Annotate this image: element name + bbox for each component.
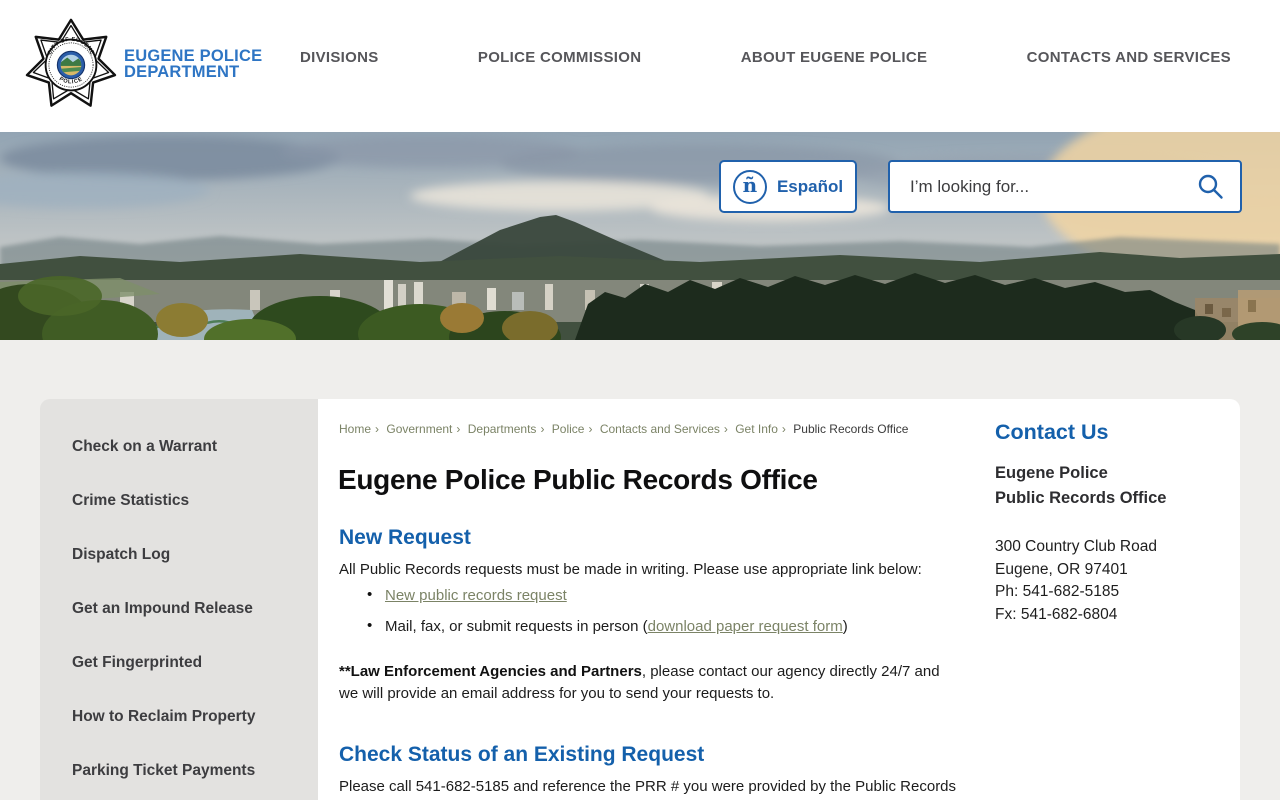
new-request-options: New public records request Mail, fax, or… bbox=[339, 586, 979, 649]
download-paper-form-link[interactable]: download paper request form bbox=[648, 618, 843, 635]
contact-fax: Fx: 541-682-6804 bbox=[995, 605, 1118, 623]
espanol-icon: ñ bbox=[732, 169, 767, 204]
mail-fax-text: Mail, fax, or submit requests in person … bbox=[385, 618, 648, 635]
breadcrumb-link[interactable]: Home bbox=[339, 422, 371, 436]
espanol-label: Español bbox=[776, 176, 844, 196]
breadcrumb-separator: › bbox=[375, 422, 380, 436]
breadcrumb-segment: Home › bbox=[339, 422, 383, 436]
page-title: Eugene Police Public Records Office bbox=[338, 464, 818, 495]
breadcrumb-link[interactable]: Departments bbox=[468, 422, 537, 436]
sidebar-item: Dispatch Log bbox=[40, 528, 318, 582]
breadcrumb-separator: › bbox=[540, 422, 545, 436]
sidebar-item-link[interactable]: Get Fingerprinted bbox=[72, 654, 202, 672]
breadcrumb-segment: Contacts and Services › bbox=[600, 422, 732, 436]
breadcrumb-segment: Police › bbox=[552, 422, 597, 436]
sidebar: Check on a Warrant Crime Statistics Disp… bbox=[40, 399, 318, 800]
law-enforcement-note-bold: **Law Enforcement Agencies and Partners bbox=[339, 663, 642, 680]
sidebar-item-link[interactable]: Get an Impound Release bbox=[72, 600, 253, 618]
law-enforcement-note: **Law Enforcement Agencies and Partners,… bbox=[339, 661, 957, 705]
contact-street: 300 Country Club Road bbox=[995, 538, 1157, 555]
contact-us-panel: Contact Us Eugene Police Public Records … bbox=[995, 420, 1230, 626]
search-icon[interactable] bbox=[1191, 173, 1240, 200]
contact-org-line1: Eugene Police bbox=[995, 464, 1108, 482]
contact-address: 300 Country Club Road Eugene, OR 97401 P… bbox=[995, 536, 1230, 626]
breadcrumb-separator: › bbox=[456, 422, 461, 436]
breadcrumb-segment: Get Info › bbox=[735, 422, 790, 436]
sidebar-item-link[interactable]: How to Reclaim Property bbox=[72, 708, 255, 726]
contact-city: Eugene, OR 97401 bbox=[995, 560, 1128, 578]
wordmark-line2: DEPARTMENT bbox=[124, 63, 240, 81]
breadcrumb: Home › Government › Departments › Police › C… bbox=[339, 422, 908, 436]
contact-us-heading: Contact Us bbox=[995, 420, 1109, 444]
site-search bbox=[888, 160, 1242, 213]
sidebar-item: Crime Statistics bbox=[40, 474, 318, 528]
mail-fax-text-close: ) bbox=[842, 618, 848, 635]
sidebar-item: Parking Ticket Payments bbox=[40, 744, 318, 798]
breadcrumb-link[interactable]: Government bbox=[386, 422, 452, 436]
epd-badge-logo[interactable]: CITY OF EUGENE POLICE bbox=[24, 14, 118, 116]
site-header: CITY OF EUGENE POLICE EUGENE POLICE DEPA… bbox=[0, 0, 1280, 132]
new-request-intro: All Public Records requests must be made… bbox=[339, 561, 922, 578]
content-card: Home › Government › Departments › Police › C… bbox=[318, 399, 1240, 800]
section-heading-check-status: Check Status of an Existing Request bbox=[339, 743, 705, 766]
breadcrumb-link[interactable]: Contacts and Services bbox=[600, 422, 720, 436]
breadcrumb-link[interactable]: Get Info bbox=[735, 422, 778, 436]
sidebar-item-link[interactable]: Dispatch Log bbox=[72, 546, 170, 564]
breadcrumb-separator: › bbox=[781, 422, 786, 436]
site-wordmark[interactable]: EUGENE POLICE DEPARTMENT bbox=[124, 47, 263, 81]
check-status-body: Please call 541-682-5185 and reference t… bbox=[339, 778, 957, 795]
breadcrumb-separator: › bbox=[723, 422, 728, 436]
contact-org-line2: Public Records Office bbox=[995, 489, 1167, 507]
espanol-button[interactable]: ñ Español bbox=[719, 160, 857, 213]
sidebar-item: Check on a Warrant bbox=[40, 420, 318, 474]
breadcrumb-segment: Departments › bbox=[468, 422, 549, 436]
breadcrumb-separator: › bbox=[588, 422, 593, 436]
sidebar-item: Get an Impound Release bbox=[40, 582, 318, 636]
nav-item[interactable]: POLICE COMMISSION bbox=[478, 49, 641, 66]
section-heading-new-request: New Request bbox=[339, 526, 471, 549]
wordmark-line1: EUGENE POLICE bbox=[124, 47, 263, 65]
breadcrumb-current: Public Records Office bbox=[793, 422, 909, 436]
sidebar-item: Get Fingerprinted bbox=[40, 636, 318, 690]
list-item: New public records request bbox=[339, 586, 979, 604]
contact-org: Eugene Police Public Records Office bbox=[995, 461, 1230, 511]
breadcrumb-link[interactable]: Police bbox=[552, 422, 585, 436]
nav-item[interactable]: ABOUT EUGENE POLICE bbox=[741, 49, 928, 66]
nav-item[interactable]: CONTACTS AND SERVICES bbox=[1027, 49, 1231, 66]
search-input[interactable] bbox=[890, 176, 1191, 197]
sidebar-item-link[interactable]: Crime Statistics bbox=[72, 492, 189, 510]
primary-nav: DIVISIONS POLICE COMMISSION ABOUT EUGENE P… bbox=[300, 0, 1231, 114]
nav-item[interactable]: DIVISIONS bbox=[300, 49, 379, 66]
sidebar-item: How to Reclaim Property bbox=[40, 690, 318, 744]
sidebar-item-link[interactable]: Check on a Warrant bbox=[72, 438, 217, 456]
breadcrumb-segment: Government › bbox=[386, 422, 464, 436]
list-item: Mail, fax, or submit requests in person … bbox=[339, 617, 979, 635]
contact-phone: Ph: 541-682-5185 bbox=[995, 583, 1120, 600]
sidebar-item-link[interactable]: Parking Ticket Payments bbox=[72, 762, 255, 780]
new-records-request-link[interactable]: New public records request bbox=[385, 587, 567, 604]
